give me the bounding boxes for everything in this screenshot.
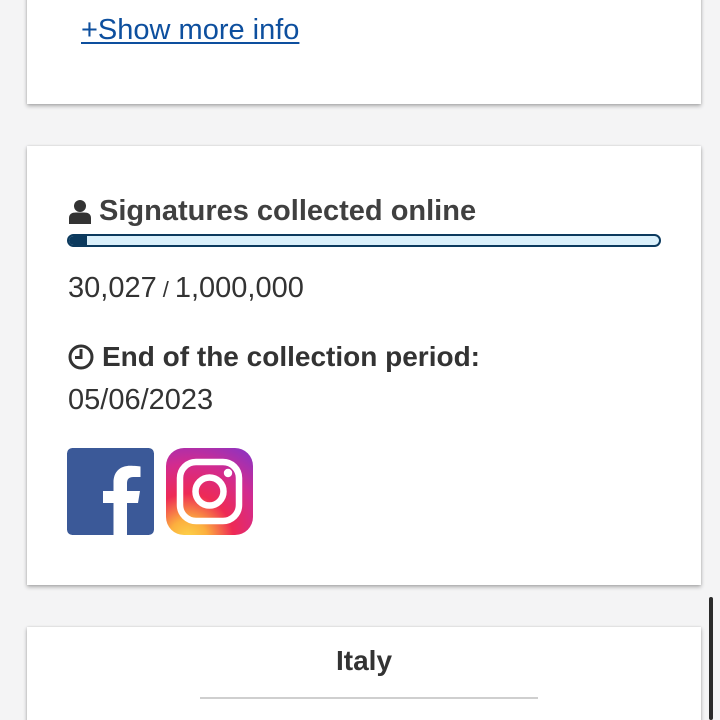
signatures-title: Signatures collected online: [99, 195, 477, 227]
collection-end-date: 05/06/2023: [68, 384, 214, 416]
signatures-progress-bar: [67, 234, 661, 247]
info-card: +Show more info: [27, 0, 701, 104]
show-more-info-link[interactable]: +Show more info: [81, 14, 299, 47]
divider: [200, 697, 538, 699]
instagram-icon: [166, 448, 253, 535]
collected-count: 30,027: [68, 272, 157, 304]
signatures-heading: Signatures collected online: [68, 195, 476, 228]
instagram-share-button[interactable]: [166, 448, 253, 535]
progress-fill: [69, 236, 87, 245]
goal-count: 1,000,000: [174, 272, 304, 304]
user-icon: [69, 200, 91, 224]
collection-period-heading: End of the collection period:: [68, 341, 480, 373]
scrollbar[interactable]: [709, 597, 713, 720]
signatures-card: Signatures collected online 30,027/1,000…: [27, 146, 701, 585]
signature-count: 30,027/1,000,000: [68, 272, 304, 305]
clock-icon: [68, 344, 94, 370]
country-name: Italy: [335, 645, 393, 676]
facebook-icon: [67, 448, 154, 535]
country-card: Italy: [27, 627, 701, 720]
count-separator: /: [162, 277, 169, 302]
page: +Show more info Signatures collected onl…: [0, 0, 720, 720]
social-share: [67, 448, 253, 535]
facebook-share-button[interactable]: [67, 448, 154, 535]
collection-period-title: End of the collection period:: [102, 341, 480, 372]
